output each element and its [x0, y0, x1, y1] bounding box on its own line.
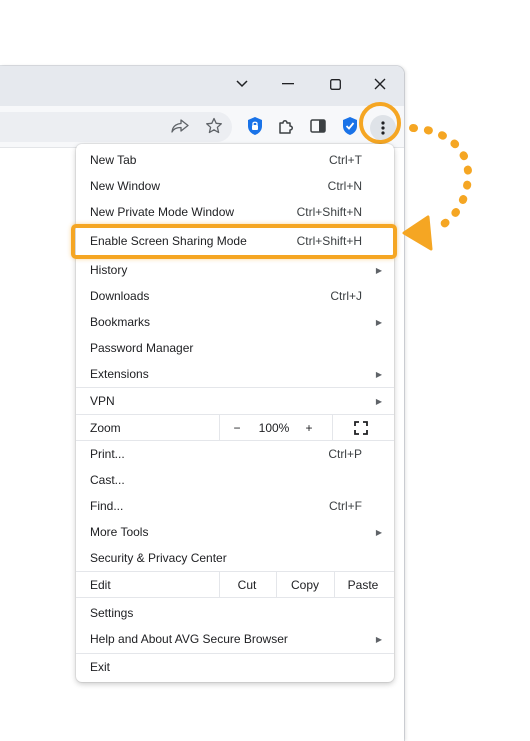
menu-item-downloads[interactable]: Downloads Ctrl+J: [76, 283, 394, 309]
fullscreen-button[interactable]: [348, 415, 374, 440]
zoom-out-button[interactable]: −: [226, 415, 248, 440]
menu-item-exit[interactable]: Exit: [76, 654, 394, 680]
menu-item-shortcut: Ctrl+T: [329, 153, 362, 167]
menu-item-label: Find...: [90, 499, 124, 513]
menu-item-label: New Tab: [90, 153, 137, 167]
privacy-shield-icon: [248, 117, 262, 135]
close-window-button[interactable]: [362, 70, 398, 98]
menu-item-label: Downloads: [90, 289, 150, 303]
menu-item-bookmarks[interactable]: Bookmarks ▶: [76, 309, 394, 335]
menu-item-help-about[interactable]: Help and About AVG Secure Browser ▶: [76, 626, 394, 652]
close-icon: [374, 78, 386, 90]
submenu-arrow-icon: ▶: [375, 634, 382, 644]
dotted-pointer-arrow: [402, 124, 473, 251]
menu-item-label: More Tools: [90, 525, 149, 539]
menu-item-new-tab[interactable]: New Tab Ctrl+T: [76, 147, 394, 173]
submenu-arrow-icon: ▶: [375, 396, 382, 406]
minimize-button[interactable]: [270, 70, 306, 98]
menu-item-label: Extensions: [90, 367, 149, 381]
share-button[interactable]: [168, 114, 192, 138]
minimize-icon: [282, 83, 294, 85]
menu-item-cast[interactable]: Cast...: [76, 467, 394, 493]
submenu-arrow-icon: ▶: [375, 317, 382, 327]
zoom-level: 100%: [258, 420, 290, 435]
maximize-icon: [329, 78, 341, 90]
paste-button[interactable]: Paste: [335, 572, 391, 597]
menu-item-label: New Private Mode Window: [90, 205, 235, 219]
menu-item-label: Settings: [90, 606, 134, 620]
menu-item-label: Password Manager: [90, 341, 194, 355]
submenu-arrow-icon: ▶: [375, 265, 382, 275]
menu-item-print[interactable]: Print... Ctrl+P: [76, 441, 394, 467]
menu-item-label: New Window: [90, 179, 161, 193]
chevron-down-icon: [236, 80, 248, 88]
address-bar[interactable]: [0, 112, 232, 142]
menu-item-settings[interactable]: Settings: [76, 600, 394, 626]
menu-item-label: Print...: [90, 447, 125, 461]
menu-item-label: Help and About AVG Secure Browser: [90, 632, 288, 646]
menu-divider: [219, 415, 220, 440]
security-badge-icon: [343, 117, 357, 135]
bookmark-button[interactable]: [202, 114, 226, 138]
menu-item-shortcut: Ctrl+F: [329, 499, 362, 513]
menu-divider: [332, 415, 333, 440]
menu-item-shortcut: Ctrl+J: [330, 289, 362, 303]
extensions-button[interactable]: [274, 114, 298, 138]
extensions-icon: [279, 120, 293, 134]
menu-item-shortcut: Ctrl+P: [328, 447, 362, 461]
share-icon: [171, 119, 189, 133]
menu-item-shortcut: Ctrl+Shift+N: [296, 205, 362, 219]
menu-item-password-manager[interactable]: Password Manager: [76, 335, 394, 361]
menu-item-label: History: [90, 263, 128, 277]
tab-search-button[interactable]: [224, 70, 260, 98]
zoom-in-button[interactable]: +: [298, 415, 320, 440]
copy-button[interactable]: Copy: [277, 572, 333, 597]
submenu-arrow-icon: ▶: [375, 369, 382, 379]
menu-item-label: Security & Privacy Center: [90, 551, 227, 565]
maximize-button[interactable]: [317, 70, 353, 98]
title-bar: [0, 66, 404, 106]
privacy-extension-button[interactable]: [243, 114, 267, 138]
submenu-arrow-icon: ▶: [375, 527, 382, 537]
cut-button[interactable]: Cut: [220, 572, 274, 597]
toolbar: [0, 106, 404, 148]
menu-item-label: Bookmarks: [90, 315, 151, 329]
bookmark-star-icon: [206, 117, 222, 134]
menu-item-label: Exit: [90, 660, 111, 674]
menu-item-shortcut: Ctrl+N: [327, 179, 362, 193]
menu-item-new-window[interactable]: New Window Ctrl+N: [76, 173, 394, 199]
side-panel-button[interactable]: [306, 114, 330, 138]
menu-item-label: Cast...: [90, 473, 125, 487]
menu-item-vpn[interactable]: VPN ▶: [76, 388, 394, 414]
zoom-label: Zoom: [90, 421, 121, 435]
menu-item-find[interactable]: Find... Ctrl+F: [76, 493, 394, 519]
menu-item-security-privacy-center[interactable]: Security & Privacy Center: [76, 545, 394, 571]
menu-item-history[interactable]: History ▶: [76, 257, 394, 283]
menu-item-more-tools[interactable]: More Tools ▶: [76, 519, 394, 545]
side-panel-icon: [310, 119, 326, 133]
menu-item-new-private-window[interactable]: New Private Mode Window Ctrl+Shift+N: [76, 199, 394, 225]
edit-label: Edit: [90, 578, 111, 592]
menu-divider: [76, 597, 394, 598]
menu-item-label: VPN: [90, 394, 115, 408]
screen-sharing-highlight-box: [71, 224, 397, 259]
menu-item-extensions[interactable]: Extensions ▶: [76, 361, 394, 387]
fullscreen-icon: [354, 420, 368, 435]
